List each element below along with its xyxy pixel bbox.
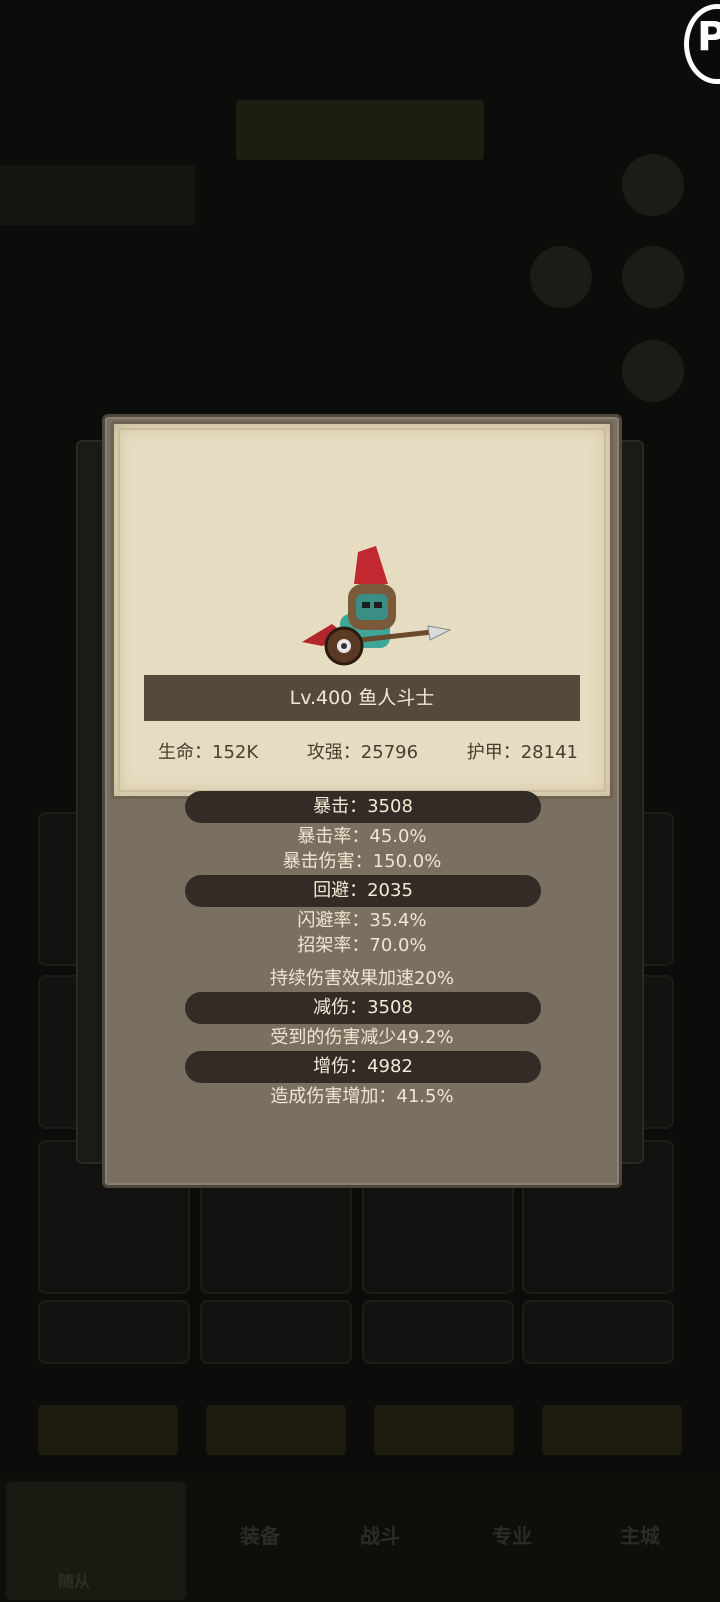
gift-icon [622,246,684,308]
coin-icon [622,340,684,402]
overlay-p-icon: P [697,14,720,60]
nav-profession-tab: 专业 [492,1524,532,1548]
nav-battle-tab: 战斗 [360,1524,400,1548]
dodge-header: 回避：2035 [185,875,541,907]
companion-card [200,1300,352,1364]
damage-reduction-text: 受到的伤害减少49.2% [270,1027,454,1048]
crit-header: 暴击：3508 [185,791,541,823]
damage-increase-header: 增伤：4982 [185,1051,541,1083]
background-banner [236,100,484,160]
portrait-panel: Lv.400 鱼人斗士 生命：152K 攻强：25796 护甲：28141 [111,421,613,799]
damage-reduction-header: 减伤：3508 [185,992,541,1024]
dot-speed: 持续伤害效果加速20% [269,968,454,989]
sub-tab [206,1405,346,1455]
crit-rate: 暴击率：45.0% [297,826,427,847]
nav-active-label: 随从 [58,1572,91,1591]
nav-companion-tab: 随从 [6,1482,186,1600]
crit-damage: 暴击伤害：150.0% [282,851,442,872]
gear-event-icon [530,246,592,308]
companion-detail-modal[interactable]: Lv.400 鱼人斗士 生命：152K 攻强：25796 护甲：28141 暴击… [102,414,622,1188]
armor-stat: 护甲：28141 [466,742,578,763]
sub-tab [542,1405,682,1455]
companion-card [38,1300,190,1364]
dodge-rate: 闪避率：35.4% [297,910,427,931]
attack-stat: 攻强：25796 [306,742,419,763]
primary-stats: 生命：152K 攻强：25796 护甲：28141 [158,738,578,764]
damage-increase-text: 造成伤害增加：41.5% [270,1086,454,1107]
companion-name: Lv.400 鱼人斗士 [144,675,580,721]
companion-card [522,1300,674,1364]
nav-city-tab: 主城 [620,1524,660,1548]
murloc-fighter-sprite [302,546,452,666]
sub-tab [38,1405,178,1455]
background-left-panel [0,165,195,225]
nav-equipment-tab: 装备 [240,1524,280,1548]
parry-rate: 招架率：70.0% [297,935,427,956]
companion-card [362,1300,514,1364]
hp-stat: 生命：152K [158,742,259,763]
sub-tab [374,1405,514,1455]
settings-icon [622,154,684,216]
